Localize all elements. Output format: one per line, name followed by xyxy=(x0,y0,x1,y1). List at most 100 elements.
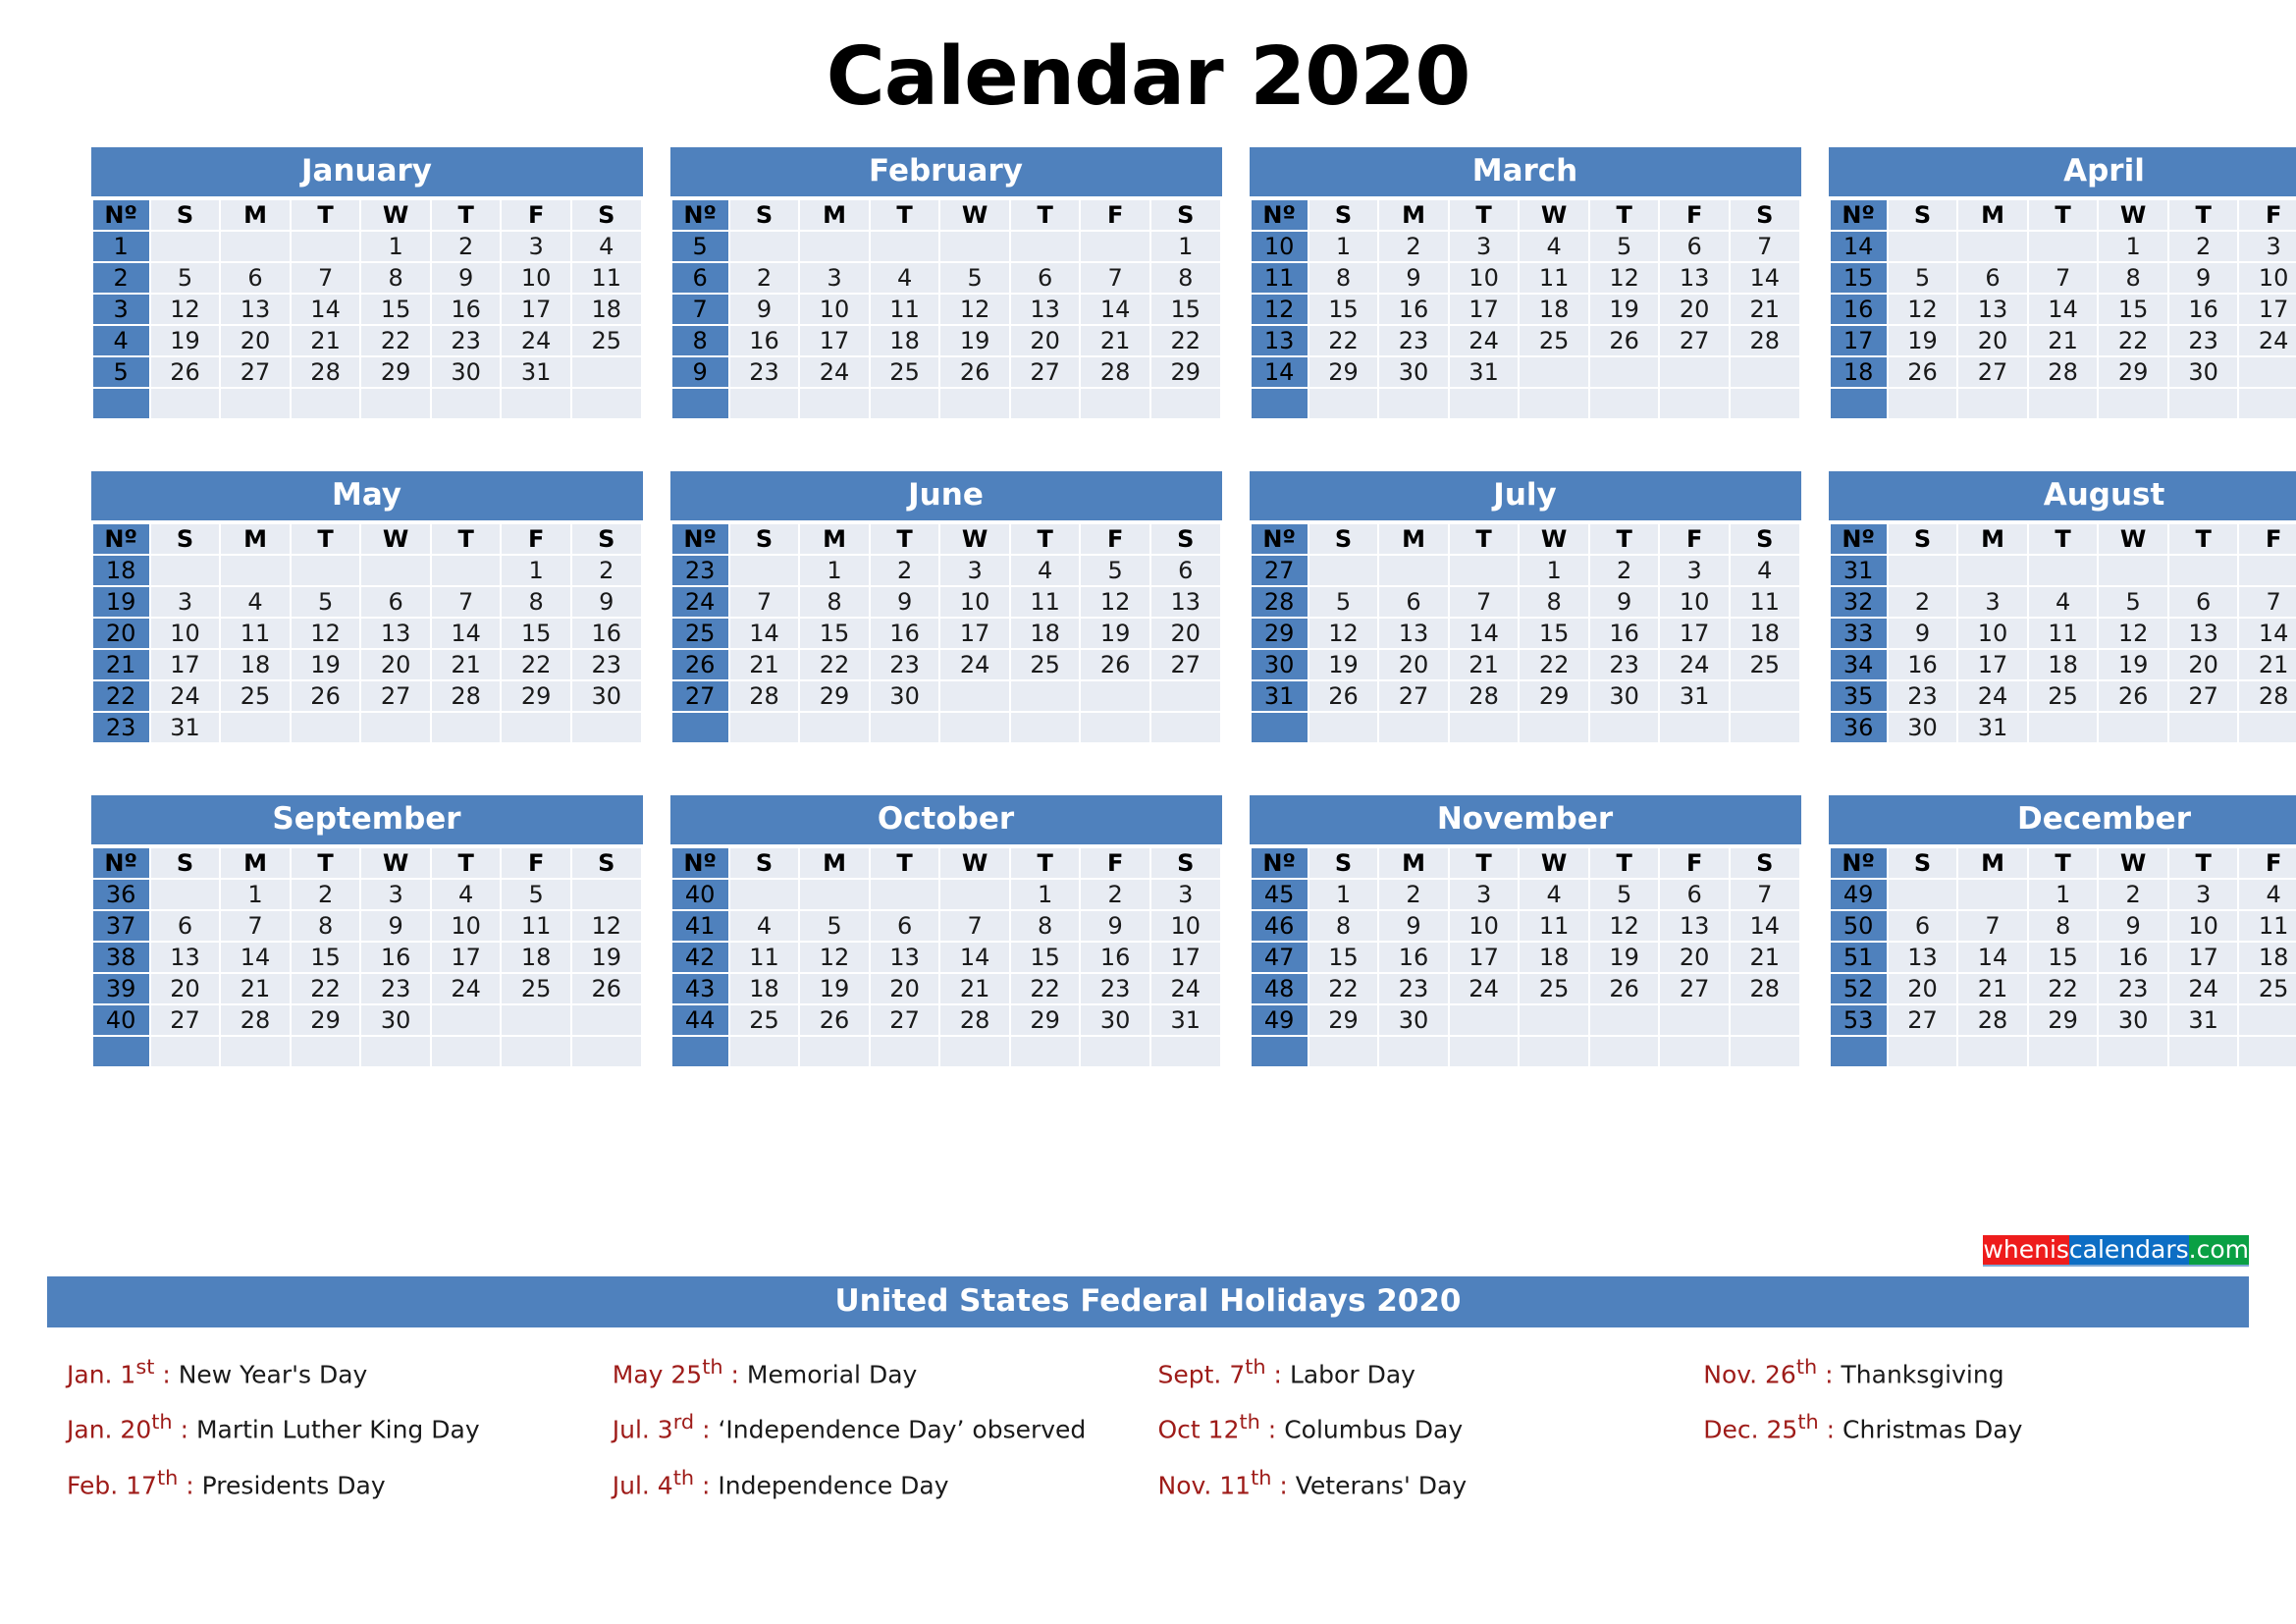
day-cell[interactable]: 21 xyxy=(1730,295,1799,324)
day-cell[interactable]: 17 xyxy=(431,943,501,972)
day-cell[interactable]: 24 xyxy=(2239,326,2296,355)
day-cell[interactable]: 7 xyxy=(729,587,799,617)
day-cell[interactable]: 17 xyxy=(1150,943,1220,972)
day-cell[interactable]: 2 xyxy=(729,263,799,293)
day-cell[interactable]: 3 xyxy=(1449,232,1519,261)
day-cell[interactable]: 21 xyxy=(1449,650,1519,679)
day-cell[interactable]: 7 xyxy=(1730,880,1799,909)
day-cell[interactable]: 19 xyxy=(1308,650,1378,679)
day-cell[interactable]: 24 xyxy=(2168,974,2238,1003)
day-cell[interactable]: 2 xyxy=(291,880,360,909)
day-cell[interactable]: 29 xyxy=(800,681,869,711)
day-cell[interactable]: 4 xyxy=(2239,880,2296,909)
day-cell[interactable]: 31 xyxy=(150,713,220,742)
day-cell[interactable]: 3 xyxy=(150,587,220,617)
day-cell[interactable]: 5 xyxy=(1888,263,1957,293)
day-cell[interactable]: 30 xyxy=(2168,357,2238,387)
day-cell[interactable]: 30 xyxy=(870,681,939,711)
day-cell[interactable]: 24 xyxy=(431,974,501,1003)
day-cell[interactable]: 3 xyxy=(2168,880,2238,909)
day-cell[interactable]: 11 xyxy=(729,943,799,972)
day-cell[interactable]: 6 xyxy=(1150,556,1220,585)
day-cell[interactable]: 12 xyxy=(2099,619,2167,648)
day-cell[interactable]: 22 xyxy=(291,974,360,1003)
day-cell[interactable]: 16 xyxy=(1379,295,1448,324)
day-cell[interactable]: 24 xyxy=(1958,681,2027,711)
day-cell[interactable]: 3 xyxy=(1958,587,2027,617)
day-cell[interactable]: 1 xyxy=(800,556,869,585)
day-cell[interactable]: 30 xyxy=(1888,713,1957,742)
day-cell[interactable]: 31 xyxy=(1660,681,1729,711)
day-cell[interactable]: 6 xyxy=(1660,232,1729,261)
day-cell[interactable]: 29 xyxy=(1520,681,1588,711)
day-cell[interactable]: 23 xyxy=(729,357,799,387)
day-cell[interactable]: 17 xyxy=(502,295,570,324)
day-cell[interactable]: 25 xyxy=(221,681,290,711)
day-cell[interactable]: 31 xyxy=(1150,1005,1220,1035)
day-cell[interactable]: 28 xyxy=(1449,681,1519,711)
day-cell[interactable]: 23 xyxy=(870,650,939,679)
day-cell[interactable]: 1 xyxy=(1308,880,1378,909)
day-cell[interactable]: 1 xyxy=(1520,556,1588,585)
day-cell[interactable]: 10 xyxy=(2239,263,2296,293)
day-cell[interactable]: 17 xyxy=(1958,650,2027,679)
day-cell[interactable]: 13 xyxy=(2168,619,2238,648)
day-cell[interactable]: 12 xyxy=(940,295,1009,324)
day-cell[interactable]: 18 xyxy=(870,326,939,355)
day-cell[interactable]: 15 xyxy=(1150,295,1220,324)
day-cell[interactable]: 8 xyxy=(1308,263,1378,293)
day-cell[interactable]: 2 xyxy=(1589,556,1659,585)
day-cell[interactable]: 7 xyxy=(431,587,501,617)
day-cell[interactable]: 19 xyxy=(1589,943,1659,972)
day-cell[interactable]: 16 xyxy=(729,326,799,355)
day-cell[interactable]: 4 xyxy=(729,911,799,941)
day-cell[interactable]: 7 xyxy=(2239,587,2296,617)
day-cell[interactable]: 16 xyxy=(431,295,501,324)
day-cell[interactable]: 14 xyxy=(1449,619,1519,648)
day-cell[interactable]: 31 xyxy=(2168,1005,2238,1035)
day-cell[interactable]: 26 xyxy=(1081,650,1149,679)
day-cell[interactable]: 7 xyxy=(2028,263,2098,293)
day-cell[interactable]: 29 xyxy=(1010,1005,1080,1035)
day-cell[interactable]: 27 xyxy=(1150,650,1220,679)
day-cell[interactable]: 20 xyxy=(870,974,939,1003)
day-cell[interactable]: 3 xyxy=(502,232,570,261)
day-cell[interactable]: 27 xyxy=(150,1005,220,1035)
day-cell[interactable]: 19 xyxy=(1081,619,1149,648)
day-cell[interactable]: 13 xyxy=(361,619,430,648)
day-cell[interactable]: 13 xyxy=(1660,911,1729,941)
day-cell[interactable]: 6 xyxy=(1888,911,1957,941)
day-cell[interactable]: 4 xyxy=(1520,880,1588,909)
day-cell[interactable]: 17 xyxy=(1660,619,1729,648)
day-cell[interactable]: 14 xyxy=(940,943,1009,972)
day-cell[interactable]: 14 xyxy=(1958,943,2027,972)
day-cell[interactable]: 30 xyxy=(1081,1005,1149,1035)
day-cell[interactable]: 16 xyxy=(361,943,430,972)
day-cell[interactable]: 21 xyxy=(1730,943,1799,972)
day-cell[interactable]: 7 xyxy=(291,263,360,293)
day-cell[interactable]: 10 xyxy=(1449,263,1519,293)
day-cell[interactable]: 31 xyxy=(502,357,570,387)
day-cell[interactable]: 13 xyxy=(1888,943,1957,972)
day-cell[interactable]: 18 xyxy=(1520,943,1588,972)
day-cell[interactable]: 5 xyxy=(1589,232,1659,261)
day-cell[interactable]: 13 xyxy=(1958,295,2027,324)
day-cell[interactable]: 27 xyxy=(1888,1005,1957,1035)
day-cell[interactable]: 26 xyxy=(940,357,1009,387)
day-cell[interactable]: 29 xyxy=(2028,1005,2098,1035)
day-cell[interactable]: 13 xyxy=(1010,295,1080,324)
day-cell[interactable]: 14 xyxy=(2028,295,2098,324)
day-cell[interactable]: 5 xyxy=(502,880,570,909)
day-cell[interactable]: 21 xyxy=(729,650,799,679)
day-cell[interactable]: 6 xyxy=(150,911,220,941)
day-cell[interactable]: 2 xyxy=(1081,880,1149,909)
day-cell[interactable]: 7 xyxy=(1958,911,2027,941)
day-cell[interactable]: 4 xyxy=(870,263,939,293)
day-cell[interactable]: 15 xyxy=(1308,295,1378,324)
day-cell[interactable]: 2 xyxy=(1379,232,1448,261)
day-cell[interactable]: 31 xyxy=(1449,357,1519,387)
day-cell[interactable]: 1 xyxy=(1010,880,1080,909)
day-cell[interactable]: 29 xyxy=(1150,357,1220,387)
day-cell[interactable]: 15 xyxy=(800,619,869,648)
day-cell[interactable]: 15 xyxy=(291,943,360,972)
